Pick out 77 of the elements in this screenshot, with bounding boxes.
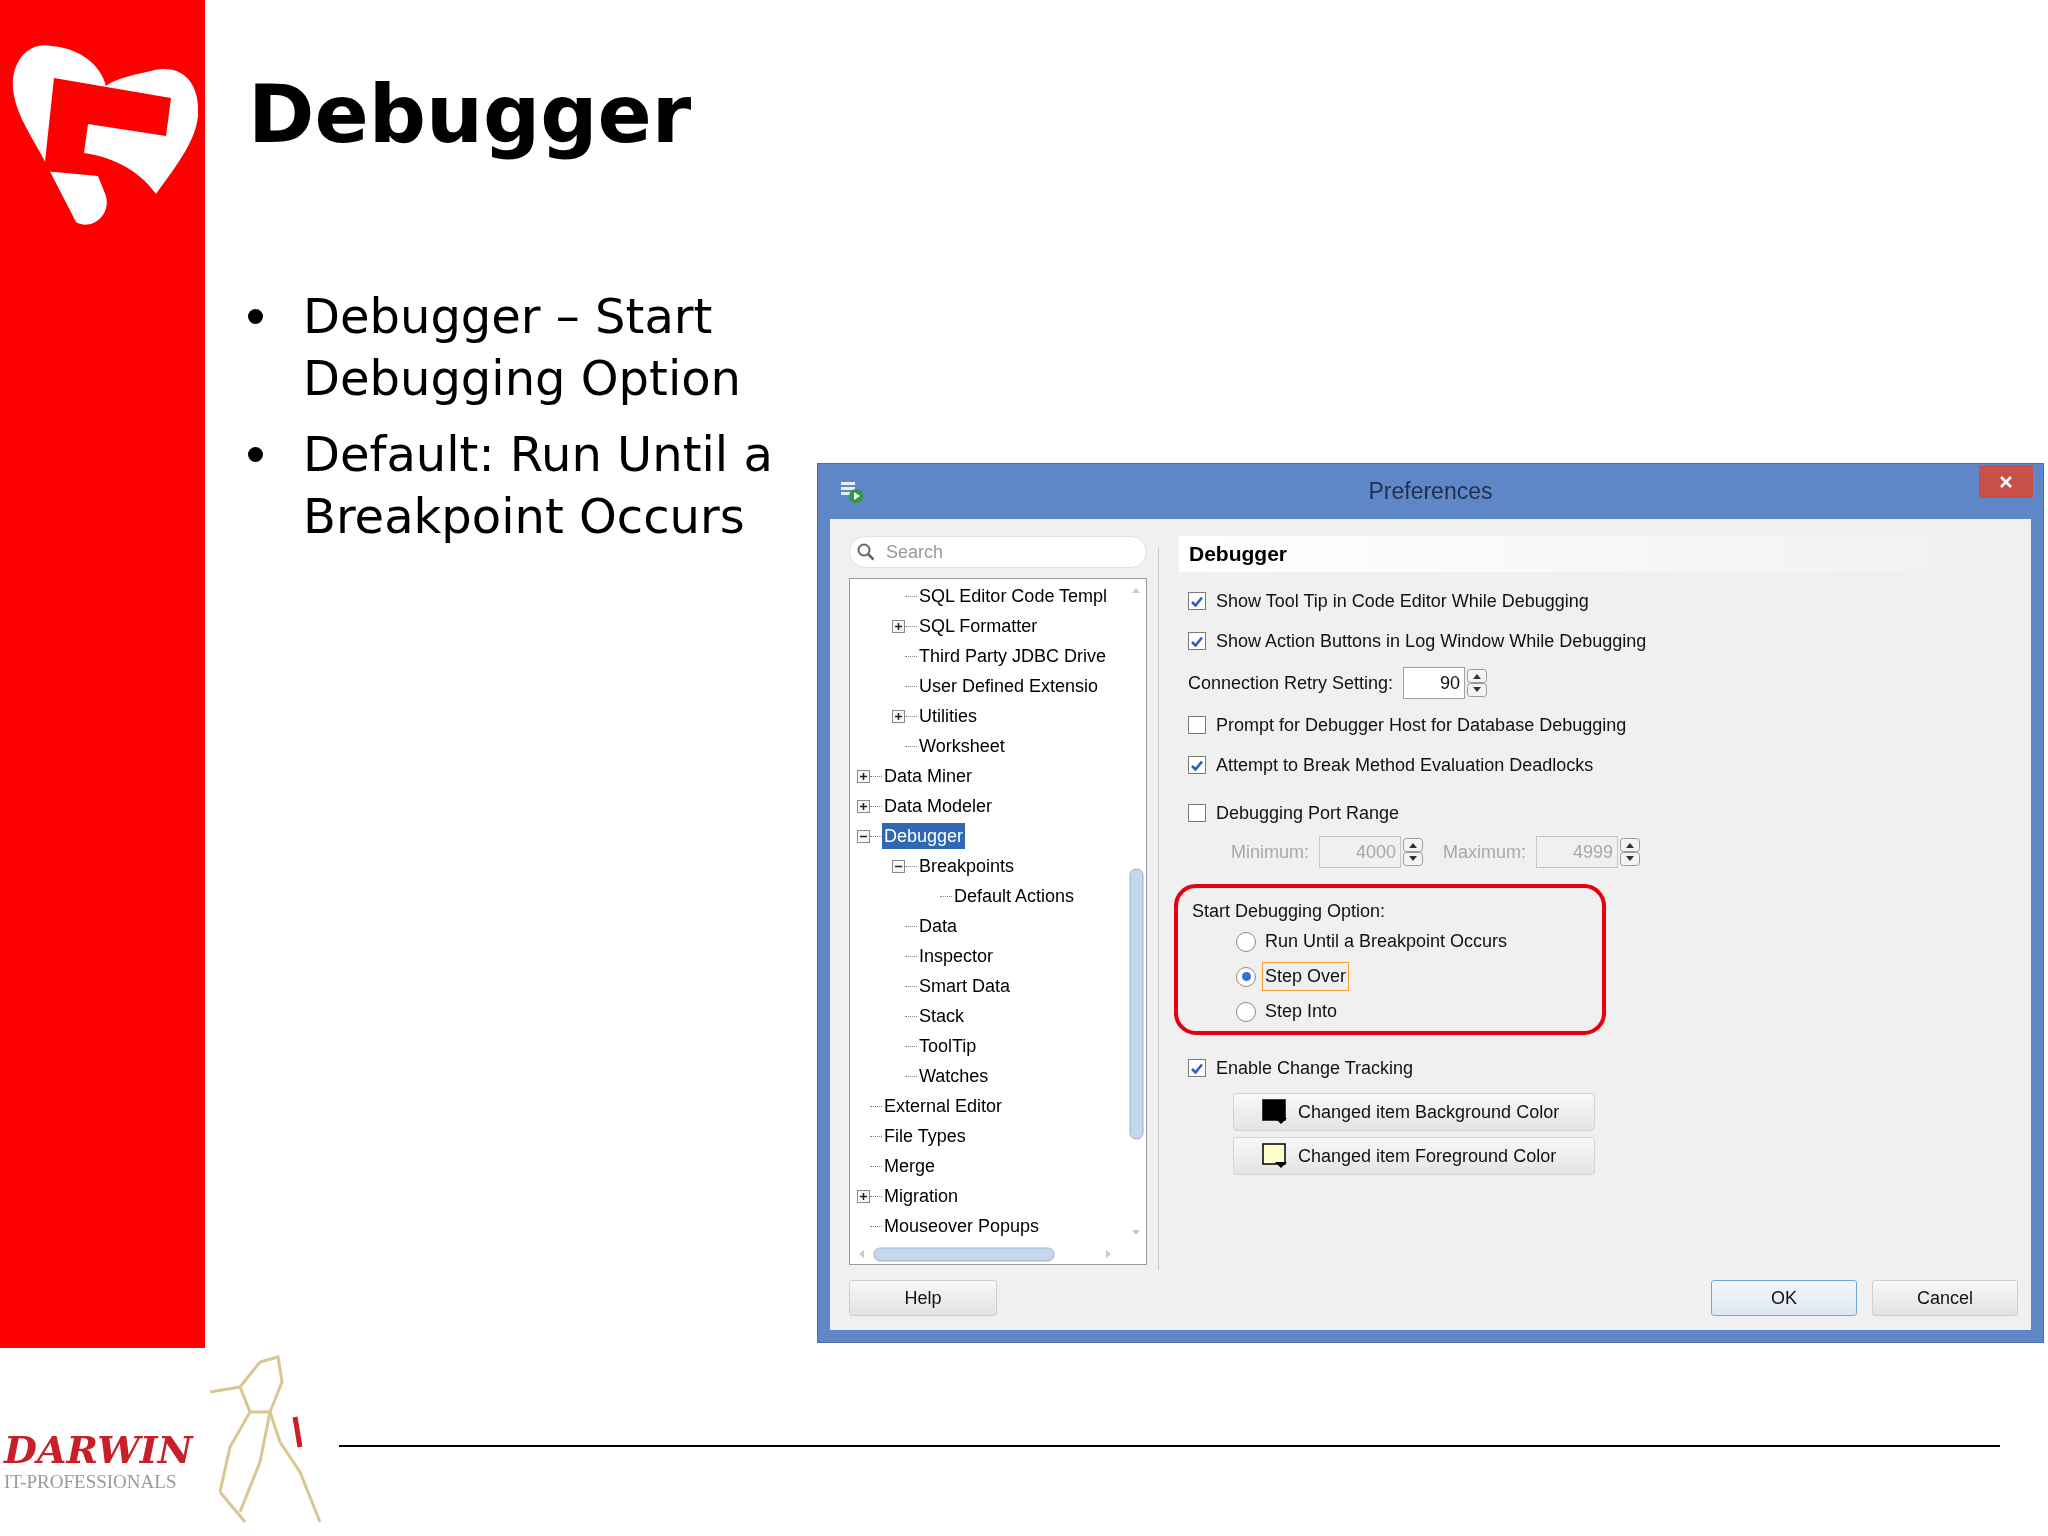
tree-item[interactable]: SQL Formatter xyxy=(917,613,1040,639)
cancel-button[interactable]: Cancel xyxy=(1872,1280,2018,1316)
tree-item[interactable]: File Types xyxy=(882,1123,968,1149)
option-label: Attempt to Break Method Evaluation Deadlocks xyxy=(1216,753,1594,777)
expand-icon[interactable] xyxy=(891,619,905,633)
tree-item[interactable]: Debugger xyxy=(882,823,966,849)
collapse-icon[interactable] xyxy=(856,829,870,843)
check-icon xyxy=(1191,1062,1203,1074)
expand-icon[interactable] xyxy=(891,709,905,723)
tree-item[interactable]: Watches xyxy=(917,1063,991,1089)
checkbox[interactable] xyxy=(1188,632,1206,650)
option-label: Prompt for Debugger Host for Database Debugging xyxy=(1216,713,1627,737)
tree-item[interactable]: Data Modeler xyxy=(882,793,995,819)
tree-item[interactable]: External Editor xyxy=(882,1093,1005,1119)
minimum-label: Minimum: xyxy=(1231,840,1309,864)
color-button[interactable]: Changed item Background Color xyxy=(1233,1093,1595,1131)
retry-label: Connection Retry Setting: xyxy=(1188,671,1394,695)
radio-button[interactable] xyxy=(1236,931,1256,952)
close-button[interactable] xyxy=(1979,465,2033,498)
spinner-arrows-icon[interactable] xyxy=(1403,838,1423,866)
tree-item[interactable]: Merge xyxy=(882,1153,938,1179)
group-label: Start Debugging Option: xyxy=(1192,900,1387,923)
logo-name: DARWIN xyxy=(4,1430,195,1470)
window-title: Preferences xyxy=(1368,477,1493,507)
collapse-icon[interactable] xyxy=(891,859,905,873)
checkbox[interactable] xyxy=(1188,804,1206,822)
tree-item[interactable]: Migration xyxy=(882,1183,961,1209)
tree-item[interactable]: Worksheet xyxy=(917,733,1007,759)
tree-item[interactable]: Data Miner xyxy=(882,763,975,789)
color-button[interactable]: Changed item Foreground Color xyxy=(1233,1137,1595,1175)
option-label: Show Tool Tip in Code Editor While Debugging xyxy=(1216,589,1589,613)
tree-item[interactable]: User Defined Extensio xyxy=(917,673,1101,699)
expand-icon[interactable] xyxy=(856,799,870,813)
spinner-arrows-icon[interactable] xyxy=(1467,669,1488,697)
search-field[interactable]: Search xyxy=(849,536,1147,568)
radio-button[interactable] xyxy=(1236,966,1256,987)
checkbox[interactable] xyxy=(1188,756,1206,774)
bullet-icon xyxy=(248,309,263,324)
ok-button[interactable]: OK xyxy=(1711,1280,1857,1316)
tree-item[interactable]: Default Actions xyxy=(952,883,1077,909)
spinner-arrows-icon[interactable] xyxy=(1620,838,1641,866)
check-icon xyxy=(1191,759,1203,771)
tree-item[interactable]: Utilities xyxy=(917,703,979,729)
option-label: Debugging Port Range xyxy=(1216,801,1400,825)
help-button[interactable]: Help xyxy=(849,1280,997,1316)
retry-field[interactable]: 90 xyxy=(1403,667,1466,699)
option-label: Show Action Buttons in Log Window While Debugging xyxy=(1216,629,1647,653)
tree-item[interactable]: Breakpoints xyxy=(917,853,1017,879)
tree-item[interactable]: Mouseover Popups xyxy=(882,1213,1042,1239)
bullet-text: Debugger – Start Debugging Option xyxy=(303,287,742,408)
slide-title: Debugger xyxy=(248,70,693,160)
close-icon xyxy=(1999,474,2013,489)
checkbox[interactable] xyxy=(1188,716,1206,734)
check-icon xyxy=(1191,595,1203,607)
tree-item[interactable]: Data xyxy=(917,913,960,939)
radio-label: Step Into xyxy=(1264,1000,1339,1023)
expand-icon[interactable] xyxy=(856,1189,870,1203)
tree-item[interactable]: Stack xyxy=(917,1003,967,1029)
checkbox[interactable] xyxy=(1188,592,1206,610)
app-icon xyxy=(840,480,864,504)
radio-label: Step Over xyxy=(1262,962,1350,991)
tree-item[interactable]: Smart Data xyxy=(917,973,1013,999)
search-icon xyxy=(857,543,875,561)
maximum-label: Maximum: xyxy=(1443,840,1527,864)
tree-item[interactable]: Inspector xyxy=(917,943,996,969)
option-label: Enable Change Tracking xyxy=(1216,1056,1414,1080)
bullet-text: Default: Run Until a Breakpoint Occurs xyxy=(303,425,774,546)
tree-item[interactable]: SQL Editor Code Templ xyxy=(917,583,1110,609)
tree-item[interactable]: ToolTip xyxy=(917,1033,979,1059)
expand-icon[interactable] xyxy=(856,769,870,783)
radio-button[interactable] xyxy=(1236,1001,1256,1022)
radio-label: Run Until a Breakpoint Occurs xyxy=(1264,930,1509,953)
bullet-icon xyxy=(248,447,263,462)
checkbox[interactable] xyxy=(1188,1059,1206,1077)
check-icon xyxy=(1191,635,1203,647)
logo-tagline: IT-PROFESSIONALS xyxy=(4,1470,178,1494)
tree-item[interactable]: Third Party JDBC Drive xyxy=(917,643,1109,669)
